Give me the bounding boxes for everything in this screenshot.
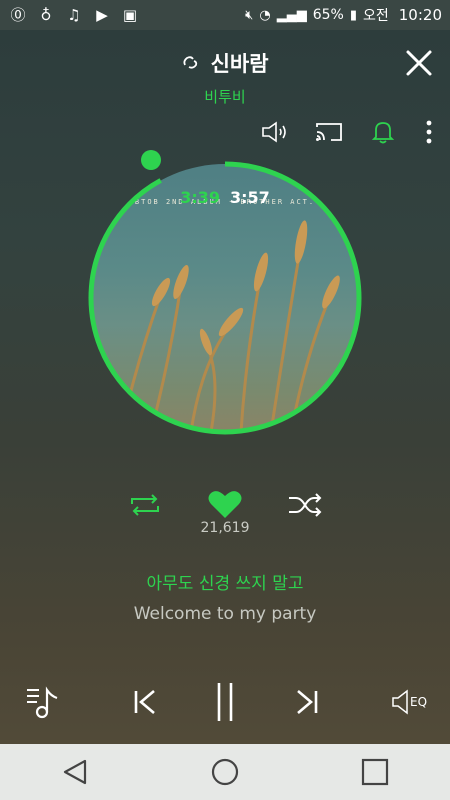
wifi-icon: ◔: [259, 7, 271, 23]
eq-label: EQ: [409, 695, 428, 709]
like-button[interactable]: [207, 488, 243, 520]
notification-app-icon: ⓪: [10, 6, 26, 24]
music-note-icon: ♫: [67, 6, 81, 24]
clock: 10:20: [398, 6, 442, 24]
link-icon: [181, 56, 204, 75]
back-button[interactable]: [45, 750, 105, 794]
notification-icons: ⓪ ♁ ♫ ▶ ▣: [8, 6, 140, 24]
heart-icon: [208, 491, 242, 518]
speaker-icon: [262, 121, 286, 143]
repeat-button[interactable]: [128, 492, 162, 518]
next-icon: [297, 690, 318, 714]
next-button[interactable]: [288, 676, 328, 728]
close-icon: [406, 50, 432, 76]
mute-icon: 🔇︎: [245, 7, 254, 23]
system-icons: 🔇︎ ◔ ▂▄▆ 65% ▮ 오전 10:20: [245, 5, 442, 25]
status-bar: ⓪ ♁ ♫ ▶ ▣ 🔇︎ ◔ ▂▄▆ 65% ▮ 오전 10:20: [0, 0, 450, 30]
gallery-icon: ▣: [122, 6, 138, 24]
playback-time: 3:39 3:57: [0, 188, 450, 207]
lyric-next[interactable]: Welcome to my party: [0, 604, 450, 624]
battery-percent: 65%: [312, 7, 344, 23]
previous-button[interactable]: [124, 676, 164, 728]
cast-button[interactable]: [314, 118, 344, 146]
shuffle-icon: [289, 493, 322, 517]
home-button[interactable]: [195, 750, 255, 794]
song-title: 신바람: [210, 52, 269, 76]
song-title-row: 신바람: [0, 48, 450, 78]
home-icon: [211, 758, 239, 786]
pause-button[interactable]: [205, 676, 245, 728]
speaker-button[interactable]: [260, 118, 290, 146]
recents-button[interactable]: [345, 750, 405, 794]
more-button[interactable]: [422, 118, 436, 146]
time-period: 오전: [363, 8, 389, 24]
cast-icon: [316, 123, 342, 141]
playlist-icon: [27, 686, 58, 719]
battery-icon: ▮: [349, 7, 357, 23]
pause-icon: [217, 683, 233, 721]
alarm-button[interactable]: [368, 118, 398, 146]
eq-icon: [392, 689, 408, 715]
elapsed-time: 3:39: [180, 188, 220, 207]
like-count: 21,619: [200, 520, 250, 536]
youtube-icon: ▶: [96, 6, 108, 24]
close-button[interactable]: [402, 46, 436, 80]
music-app-icon: ♁: [40, 6, 52, 24]
more-icon: [426, 120, 432, 144]
navigation-bar: [0, 744, 450, 800]
total-time: 3:57: [230, 188, 270, 207]
player-controls: EQ: [0, 676, 450, 732]
playlist-button[interactable]: [22, 676, 64, 728]
artist-name[interactable]: 비투비: [0, 86, 450, 107]
previous-icon: [134, 690, 155, 714]
recents-icon: [361, 758, 389, 786]
song-controls: [0, 488, 450, 522]
lyric-current[interactable]: 아무도 신경 쓰지 말고: [0, 569, 450, 594]
bell-icon: [371, 122, 395, 144]
signal-icon: ▂▄▆: [276, 7, 307, 23]
back-icon: [63, 759, 87, 785]
progress-handle[interactable]: [141, 150, 161, 170]
top-toolbar: [260, 118, 436, 146]
shuffle-button[interactable]: [287, 492, 323, 518]
repeat-icon: [131, 494, 159, 516]
eq-button[interactable]: EQ: [385, 676, 433, 728]
